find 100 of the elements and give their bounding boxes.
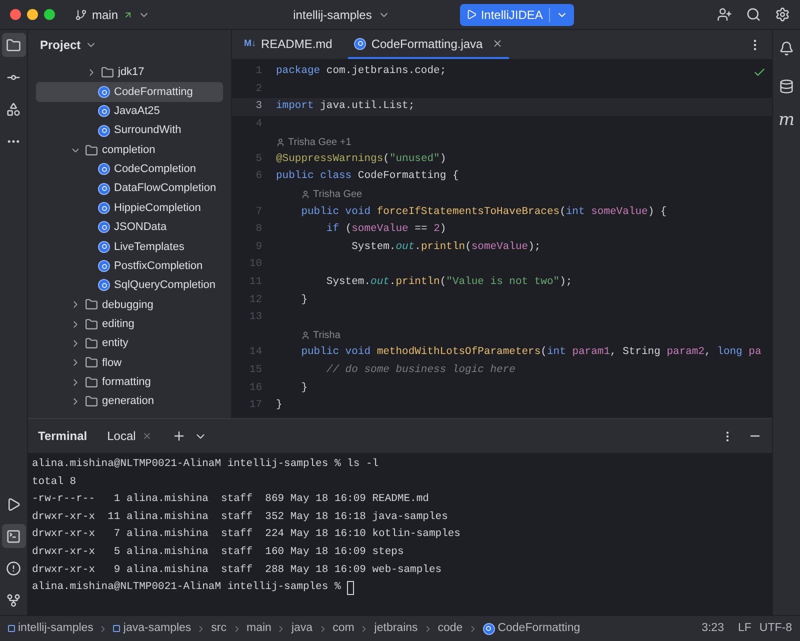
minimize-window-icon[interactable] bbox=[27, 9, 38, 20]
class-icon bbox=[98, 202, 110, 214]
person-icon bbox=[301, 331, 310, 340]
breadcrumb[interactable]: java-samples bbox=[113, 620, 192, 638]
code-line: System.out.println(someValue); bbox=[350, 240, 541, 255]
settings-icon[interactable] bbox=[775, 7, 790, 22]
folder-icon bbox=[85, 356, 98, 370]
code-line: // do some business logic here bbox=[325, 363, 516, 378]
folder-icon bbox=[85, 395, 98, 408]
tree-item[interactable]: SurroundWith bbox=[36, 121, 223, 140]
tree-item[interactable]: LiveTemplates bbox=[36, 237, 223, 256]
tree-item[interactable]: PostfixCompletion bbox=[36, 256, 223, 276]
maven-tool-button[interactable]: m bbox=[778, 112, 795, 129]
close-icon[interactable] bbox=[142, 431, 152, 441]
tree-item[interactable]: SqlQueryCompletion bbox=[36, 276, 223, 296]
class-icon bbox=[482, 622, 495, 634]
terminal-line: drwxr-xr-x 7 alina.mishina staff 224 May 18 16:10 kotlin-samples bbox=[32, 527, 460, 542]
cursor bbox=[346, 580, 354, 595]
breadcrumb[interactable]: java bbox=[291, 620, 313, 638]
code-line: } bbox=[300, 380, 308, 396]
tree-item[interactable]: entity bbox=[36, 334, 223, 354]
breadcrumb[interactable]: src bbox=[211, 620, 227, 638]
editor-tab[interactable]: M↓ README.md bbox=[238, 30, 338, 59]
folder-icon bbox=[85, 376, 98, 389]
module-icon bbox=[113, 625, 120, 632]
tree-item[interactable]: jdk17 bbox=[36, 63, 223, 82]
tree-item[interactable]: HippieCompletion bbox=[36, 198, 223, 218]
terminal-line: drwxr-xr-x 11 alina.mishina staff 352 May 18 16:18 java-samples bbox=[32, 510, 448, 525]
terminal-tab[interactable]: Local bbox=[101, 425, 158, 447]
code-line: package com.jetbrains.code; bbox=[276, 64, 446, 79]
branch-icon bbox=[75, 8, 87, 20]
tree-item[interactable]: DataFlowCompletion bbox=[36, 179, 223, 198]
tree-item[interactable]: CodeCompletion bbox=[36, 160, 223, 180]
close-window-icon[interactable] bbox=[10, 9, 21, 20]
class-icon bbox=[98, 260, 110, 272]
folder-icon bbox=[85, 318, 98, 331]
class-icon bbox=[98, 221, 110, 234]
class-icon bbox=[98, 182, 110, 195]
terminal-line: alina.mishina@NLTMP0021-AlinaM intellij-samples % ls -l bbox=[32, 457, 379, 472]
terminal-title: Terminal bbox=[38, 428, 88, 445]
close-icon[interactable] bbox=[492, 38, 503, 49]
author-hint[interactable]: Trisha bbox=[313, 328, 340, 344]
code-line: } bbox=[276, 398, 282, 414]
class-icon bbox=[98, 279, 110, 292]
folder-icon bbox=[101, 66, 114, 80]
terminal-tool-icon[interactable] bbox=[2, 524, 26, 548]
terminal-line: drwxr-xr-x 5 alina.mishina staff 160 May 18 16:09 steps bbox=[32, 544, 404, 560]
tree-item[interactable]: debugging bbox=[36, 295, 223, 314]
class-icon bbox=[354, 38, 366, 50]
search-icon[interactable] bbox=[746, 7, 761, 22]
branch-selector[interactable]: main bbox=[75, 6, 150, 24]
repository-selector[interactable]: intellij-samples bbox=[293, 6, 390, 24]
module-icon bbox=[8, 625, 15, 632]
class-icon bbox=[98, 86, 110, 98]
code-line: System.out.println("Value is not two"); bbox=[325, 275, 572, 290]
breadcrumb[interactable]: com bbox=[332, 620, 354, 638]
folder-icon bbox=[85, 336, 98, 350]
tree-item[interactable]: formatting bbox=[36, 372, 223, 392]
tree-item[interactable]: JSONData bbox=[36, 218, 223, 238]
project-view-selector[interactable]: Project bbox=[28, 30, 231, 60]
zoom-window-icon[interactable] bbox=[44, 9, 55, 20]
code-line: public void forceIfStatementsToHaveBraces(int someValue) { bbox=[300, 204, 667, 220]
terminal-line: drwxr-xr-x 9 alina.mishina staff 288 May 18 16:09 web-samples bbox=[32, 562, 442, 578]
tree-item[interactable]: generation bbox=[36, 392, 223, 412]
breadcrumb[interactable]: main bbox=[246, 620, 272, 638]
line-number: 3 bbox=[254, 99, 262, 114]
folder-tool-icon[interactable] bbox=[2, 33, 26, 57]
terminal-line: -rw-r--r-- 1 alina.mishina staff 869 May 18 16:09 README.md bbox=[32, 492, 429, 508]
person-icon bbox=[301, 190, 310, 200]
caret-position[interactable]: 3:23 bbox=[702, 620, 724, 638]
code-line: } bbox=[300, 292, 308, 308]
editor-tab[interactable]: CodeFormatting.java bbox=[348, 30, 509, 59]
add-icon[interactable] bbox=[172, 429, 186, 443]
terminal-prompt: alina.mishina@NLTMP0021-AlinaM intellij-samples % bbox=[32, 580, 341, 596]
breadcrumb[interactable]: code bbox=[438, 620, 463, 638]
line-separator[interactable]: LF bbox=[738, 620, 752, 638]
folder-icon bbox=[85, 298, 98, 312]
class-icon bbox=[98, 240, 110, 253]
code-line: public void methodWithLotsOfParameters(int param1, String param2, long pa bbox=[300, 345, 762, 360]
breadcrumb[interactable]: intellij-samples bbox=[8, 620, 94, 638]
class-icon bbox=[98, 105, 110, 118]
tree-item[interactable]: flow bbox=[36, 353, 223, 372]
tree-item[interactable]: completion bbox=[36, 140, 223, 160]
add-user-icon[interactable] bbox=[717, 7, 732, 22]
markdown-icon: M↓ bbox=[244, 36, 256, 50]
terminal-line: total 8 bbox=[32, 474, 76, 490]
author-hint[interactable]: Trisha Gee bbox=[313, 187, 362, 202]
code-line: public class CodeFormatting { bbox=[276, 169, 459, 184]
folder-icon bbox=[85, 144, 98, 157]
breadcrumb[interactable]: CodeFormatting bbox=[482, 620, 580, 638]
file-encoding[interactable]: UTF-8 bbox=[759, 620, 792, 638]
run-config-label[interactable]: IntelliJIDEA bbox=[480, 6, 543, 24]
author-hint[interactable]: Trisha Gee +1 bbox=[288, 134, 352, 150]
tree-item[interactable]: editing bbox=[36, 314, 223, 334]
code-line: @SuppressWarnings("unused") bbox=[276, 152, 446, 167]
tree-item[interactable]: JavaAt25 bbox=[36, 102, 223, 122]
breadcrumb[interactable]: jetbrains bbox=[374, 620, 418, 638]
class-icon bbox=[98, 124, 110, 137]
run-configuration-button[interactable]: IntelliJIDEA bbox=[460, 4, 574, 26]
tree-item[interactable]: CodeFormatting bbox=[36, 82, 223, 102]
